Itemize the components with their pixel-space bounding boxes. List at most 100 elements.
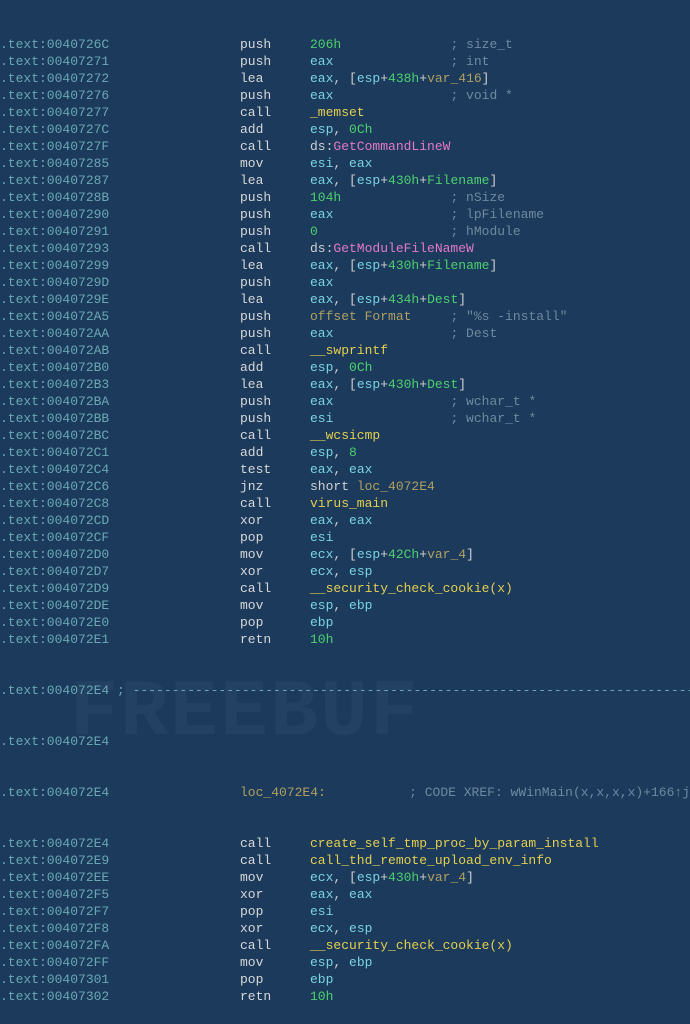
asm-line[interactable]: .text:0040727Fcallds:GetCommandLineW — [0, 138, 690, 155]
mnemonic: add — [240, 121, 310, 138]
asm-line[interactable]: .text:004072D9call__security_check_cooki… — [0, 580, 690, 597]
asm-line[interactable]: .text:0040726Cpush206h ; size_t — [0, 36, 690, 53]
address: .text:004072FA — [0, 937, 240, 954]
disassembly-listing[interactable]: .text:0040726Cpush206h ; size_t.text:004… — [0, 0, 690, 1024]
asm-line[interactable]: .text:00407299leaeax, [esp+430h+Filename… — [0, 257, 690, 274]
asm-line[interactable]: .text:004072D7xorecx, esp — [0, 563, 690, 580]
address: .text:004072CF — [0, 529, 240, 546]
comment: ; size_t — [450, 37, 512, 52]
asm-line[interactable]: .text:004072D0movecx, [esp+42Ch+var_4] — [0, 546, 690, 563]
address: .text:004072D7 — [0, 563, 240, 580]
mnemonic: push — [240, 87, 310, 104]
asm-line[interactable]: .text:0040728Bpush104h ; nSize — [0, 189, 690, 206]
operands: 104h ; nSize — [310, 189, 690, 206]
operands: short loc_4072E4 — [310, 478, 690, 495]
mnemonic: lea — [240, 70, 310, 87]
address: .text:00407291 — [0, 223, 240, 240]
mnemonic: push — [240, 325, 310, 342]
asm-line[interactable]: .text:004072DEmovesp, ebp — [0, 597, 690, 614]
asm-line[interactable]: .text:00407277call_memset — [0, 104, 690, 121]
asm-line[interactable]: .text:00407293callds:GetModuleFileNameW — [0, 240, 690, 257]
mnemonic: pop — [240, 529, 310, 546]
asm-line[interactable]: .text:00407276pusheax ; void * — [0, 87, 690, 104]
asm-line[interactable]: .text:004072EEmovecx, [esp+430h+var_4] — [0, 869, 690, 886]
address: .text:004072BA — [0, 393, 240, 410]
address: .text:004072C6 — [0, 478, 240, 495]
mnemonic: retn — [240, 631, 310, 648]
asm-line[interactable]: .text:004072ABcall__swprintf — [0, 342, 690, 359]
operands: eax ; void * — [310, 87, 690, 104]
mnemonic: mov — [240, 597, 310, 614]
address: .text:0040727F — [0, 138, 240, 155]
asm-line[interactable]: .text:00407291push0 ; hModule — [0, 223, 690, 240]
address: .text:004072E0 — [0, 614, 240, 631]
operands: ebp — [310, 971, 690, 988]
asm-line[interactable]: .text:0040729Dpusheax — [0, 274, 690, 291]
address: .text:004072BB — [0, 410, 240, 427]
operands: esp, 8 — [310, 444, 690, 461]
asm-line[interactable]: .text:004072CDxoreax, eax — [0, 512, 690, 529]
asm-line[interactable]: .text:00407290pusheax ; lpFilename — [0, 206, 690, 223]
operands: __swprintf — [310, 342, 690, 359]
mnemonic: lea — [240, 291, 310, 308]
mnemonic: push — [240, 36, 310, 53]
asm-line[interactable]: .text:004072F8xorecx, esp — [0, 920, 690, 937]
asm-line[interactable]: .text:004072F5xoreax, eax — [0, 886, 690, 903]
mnemonic: push — [240, 223, 310, 240]
address: .text:004072D9 — [0, 580, 240, 597]
address: .text:00407301 — [0, 971, 240, 988]
asm-line[interactable]: .text:004072E9callcall_thd_remote_upload… — [0, 852, 690, 869]
operands: eax, eax — [310, 461, 690, 478]
asm-line[interactable]: .text:004072E1retn10h — [0, 631, 690, 648]
asm-line[interactable]: .text:00407271pusheax ; int — [0, 53, 690, 70]
asm-line[interactable]: .text:004072B3leaeax, [esp+430h+Dest] — [0, 376, 690, 393]
mnemonic: pop — [240, 903, 310, 920]
operands: create_self_tmp_proc_by_param_install — [310, 835, 690, 852]
asm-line[interactable]: .text:004072BCcall__wcsicmp — [0, 427, 690, 444]
asm-line[interactable]: .text:00407272leaeax, [esp+438h+var_416] — [0, 70, 690, 87]
operands: esp, 0Ch — [310, 359, 690, 376]
asm-line[interactable]: .text:004072BBpushesi ; wchar_t * — [0, 410, 690, 427]
mnemonic: call — [240, 104, 310, 121]
operands: ds:GetCommandLineW — [310, 138, 690, 155]
address: .text:00407272 — [0, 70, 240, 87]
asm-line[interactable]: .text:004072CFpopesi — [0, 529, 690, 546]
operands: ecx, esp — [310, 920, 690, 937]
asm-line[interactable]: .text:00407285movesi, eax — [0, 155, 690, 172]
asm-line[interactable]: .text:0040727Caddesp, 0Ch — [0, 121, 690, 138]
asm-line[interactable]: .text:004072E4callcreate_self_tmp_proc_b… — [0, 835, 690, 852]
asm-line[interactable]: .text:004072E0popebp — [0, 614, 690, 631]
mnemonic: lea — [240, 257, 310, 274]
asm-line[interactable]: .text:004072C1addesp, 8 — [0, 444, 690, 461]
asm-line[interactable]: .text:004072A5pushoffset Format ; "%s -i… — [0, 308, 690, 325]
asm-line[interactable]: .text:004072FFmovesp, ebp — [0, 954, 690, 971]
operands: eax, [esp+430h+Filename] — [310, 257, 690, 274]
address: .text:0040729E — [0, 291, 240, 308]
asm-line[interactable]: .text:004072AApusheax ; Dest — [0, 325, 690, 342]
asm-line[interactable]: .text:004072C8callvirus_main — [0, 495, 690, 512]
asm-line[interactable]: .text:004072F7popesi — [0, 903, 690, 920]
asm-line[interactable]: .text:00407287leaeax, [esp+430h+Filename… — [0, 172, 690, 189]
operands: ecx, [esp+42Ch+var_4] — [310, 546, 690, 563]
asm-line[interactable]: .text:00407302retn10h — [0, 988, 690, 1005]
asm-line[interactable]: .text:004072FAcall__security_check_cooki… — [0, 937, 690, 954]
mnemonic: add — [240, 359, 310, 376]
mnemonic: retn — [240, 988, 310, 1005]
operands: virus_main — [310, 495, 690, 512]
asm-line[interactable]: .text:004072B0addesp, 0Ch — [0, 359, 690, 376]
asm-line[interactable]: .text:004072C4testeax, eax — [0, 461, 690, 478]
operands: esi — [310, 529, 690, 546]
mnemonic: push — [240, 189, 310, 206]
address: .text:00407285 — [0, 155, 240, 172]
operands: eax, [esp+430h+Dest] — [310, 376, 690, 393]
operands: __wcsicmp — [310, 427, 690, 444]
address: .text:00407276 — [0, 87, 240, 104]
asm-line[interactable]: .text:00407301popebp — [0, 971, 690, 988]
address: .text:00407293 — [0, 240, 240, 257]
comment: ; "%s -install" — [450, 309, 567, 324]
asm-line[interactable]: .text:004072BApusheax ; wchar_t * — [0, 393, 690, 410]
operands: esi, eax — [310, 155, 690, 172]
asm-line[interactable]: .text:004072C6jnzshort loc_4072E4 — [0, 478, 690, 495]
asm-line[interactable]: .text:0040729Eleaeax, [esp+434h+Dest] — [0, 291, 690, 308]
address: .text:004072AA — [0, 325, 240, 342]
